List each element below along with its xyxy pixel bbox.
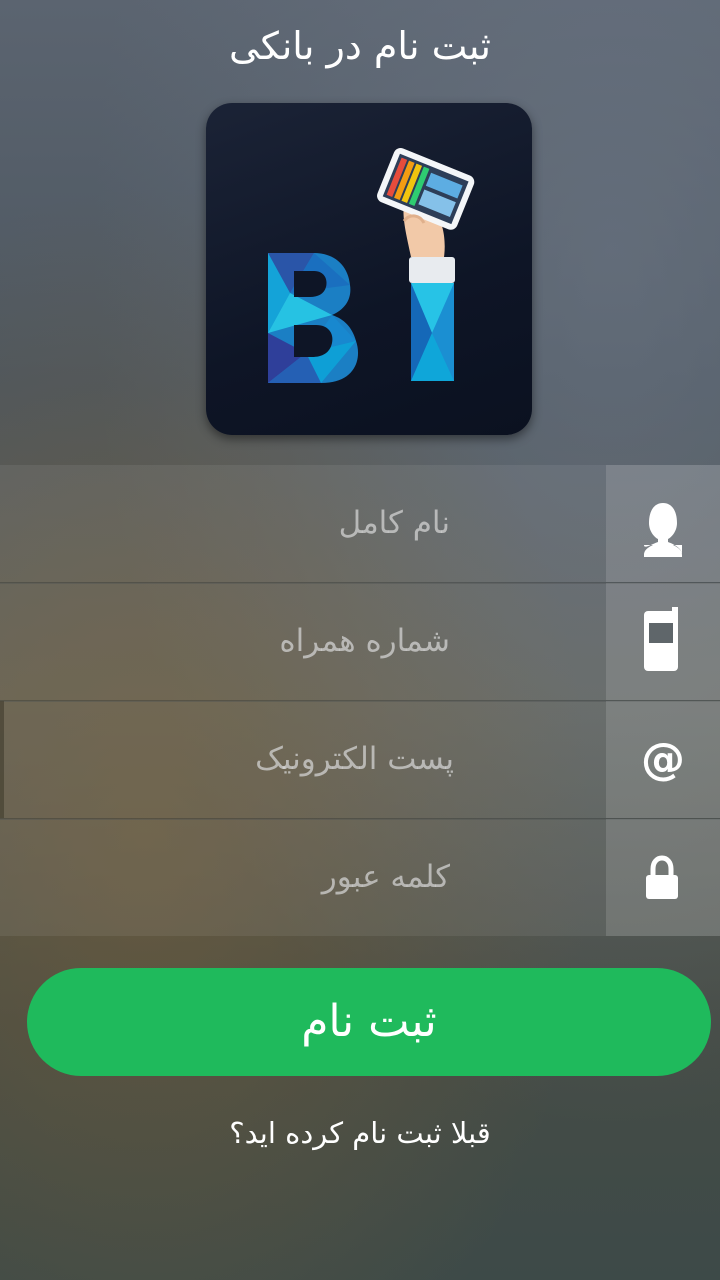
user-icon <box>644 503 682 557</box>
letter-b-shape <box>268 253 359 383</box>
mobile-icon-box <box>606 583 720 700</box>
password-placeholder: کلمه عبور <box>321 859 450 895</box>
password-icon-box <box>606 819 720 936</box>
email-row: پست الکترونیک @ <box>0 701 720 820</box>
page-title: ثبت نام در بانکی <box>229 24 491 68</box>
mobile-placeholder: شماره همراه <box>279 623 450 659</box>
email-placeholder: پست الکترونیک <box>255 741 454 777</box>
mobile-row: شماره همراه <box>0 583 720 702</box>
full-name-input[interactable]: نام کامل <box>0 465 606 582</box>
app-logo <box>206 103 532 435</box>
signup-button[interactable]: ثبت نام <box>27 968 711 1076</box>
full-name-icon-box <box>606 465 720 582</box>
at-sign-icon: @ <box>641 734 685 785</box>
already-registered-link[interactable]: قبلا ثبت نام کرده اید؟ <box>0 1108 720 1158</box>
email-icon-box: @ <box>606 701 720 818</box>
bi-logo-graphic <box>268 148 475 383</box>
signup-screen: ثبت نام در بانکی نام کامل شماره همراه پس… <box>0 0 720 1280</box>
full-name-placeholder: نام کامل <box>338 505 450 541</box>
hand-with-phone <box>377 148 475 257</box>
full-name-row: نام کامل <box>0 465 720 584</box>
email-input[interactable]: پست الکترونیک <box>0 701 610 818</box>
password-input[interactable]: کلمه عبور <box>0 819 606 936</box>
mobile-input[interactable]: شماره همراه <box>0 583 606 700</box>
letter-i-shape <box>409 257 455 381</box>
svg-text:@: @ <box>641 734 685 785</box>
lock-icon <box>646 855 678 899</box>
password-row: کلمه عبور <box>0 819 720 936</box>
mobile-phone-icon <box>644 607 678 671</box>
signup-form: نام کامل شماره همراه پست الکترونیک @ کلم… <box>0 465 720 936</box>
